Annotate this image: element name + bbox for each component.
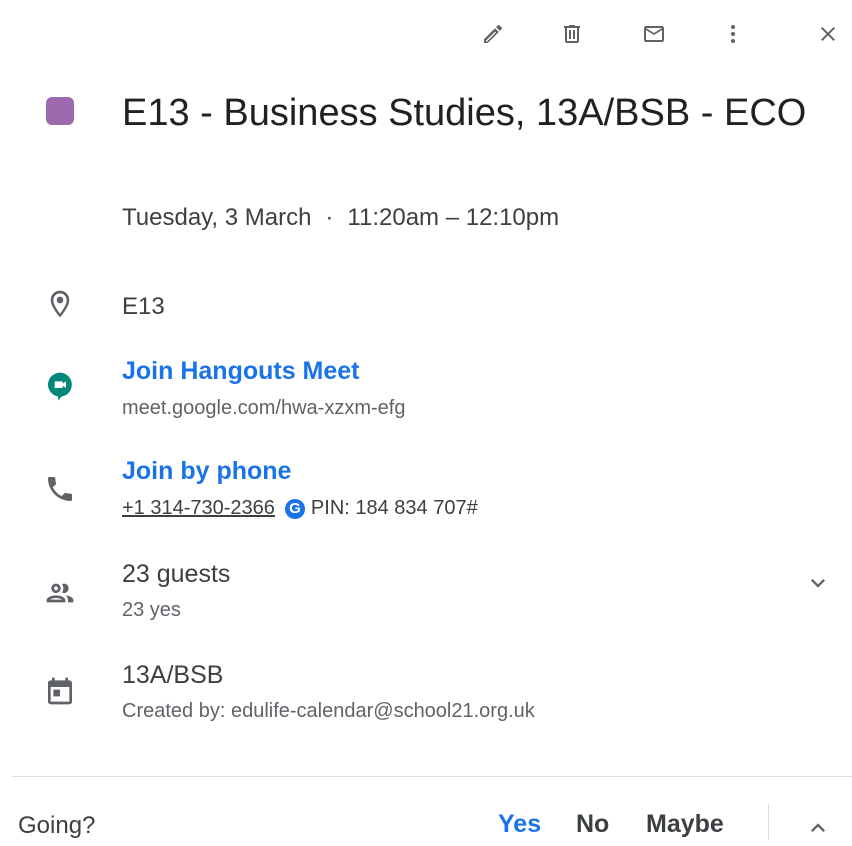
chevron-down-icon [811, 579, 825, 588]
guests-count: 23 guests [122, 560, 231, 588]
chevron-up-icon [811, 823, 825, 832]
event-date: Tuesday, 3 March [122, 204, 312, 231]
edit-button[interactable] [473, 14, 513, 54]
rsvp-no-button[interactable]: No [576, 810, 609, 839]
rsvp-yes-button[interactable]: Yes [498, 810, 541, 839]
guests-summary: 23 yes [122, 599, 181, 621]
close-button[interactable] [808, 14, 848, 54]
location-pin-icon [42, 286, 78, 322]
rsvp-question: Going? [18, 812, 96, 839]
close-icon [821, 27, 835, 41]
calendar-name: 13A/BSB [122, 661, 224, 689]
trash-icon [564, 25, 580, 43]
rsvp-maybe-button[interactable]: Maybe [646, 810, 724, 839]
more-vertical-icon [731, 25, 735, 43]
event-time: 11:20am – 12:10pm [347, 204, 560, 231]
people-icon [42, 575, 78, 611]
join-hangouts-meet-link[interactable]: Join Hangouts Meet [122, 357, 360, 386]
phone-pin: PIN: 184 834 707# [310, 497, 478, 519]
delete-button[interactable] [552, 14, 592, 54]
event-location: E13 [122, 293, 165, 320]
hangouts-meet-icon [42, 368, 78, 404]
calendar-creator: Created by: edulife-calendar@school21.or… [122, 700, 535, 722]
phone-icon [42, 471, 78, 507]
pencil-icon [484, 24, 503, 43]
event-title: E13 - Business Studies, 13A/BSB - ECO [122, 92, 807, 134]
join-by-phone-link[interactable]: Join by phone [122, 457, 291, 486]
more-options-button[interactable] [713, 14, 753, 54]
event-color-chip [46, 97, 74, 125]
rsvp-separator [768, 804, 769, 840]
envelope-icon [644, 26, 664, 42]
google-voice-badge-icon: G [284, 498, 305, 519]
footer-divider [12, 776, 852, 777]
phone-number-link[interactable]: +1 314-730-2366 [122, 497, 275, 520]
email-guests-button[interactable] [634, 14, 674, 54]
calendar-icon [42, 673, 78, 709]
event-toolbar [0, 14, 852, 54]
expand-guests-button[interactable] [800, 565, 836, 601]
event-datetime: Tuesday, 3 March · 11:20am – 12:10pm [122, 204, 559, 232]
meet-url: meet.google.com/hwa-xzxm-efg [122, 397, 406, 419]
phone-details: +1 314-730-2366 G PIN: 184 834 707# [122, 497, 478, 520]
datetime-separator: · [325, 204, 334, 231]
